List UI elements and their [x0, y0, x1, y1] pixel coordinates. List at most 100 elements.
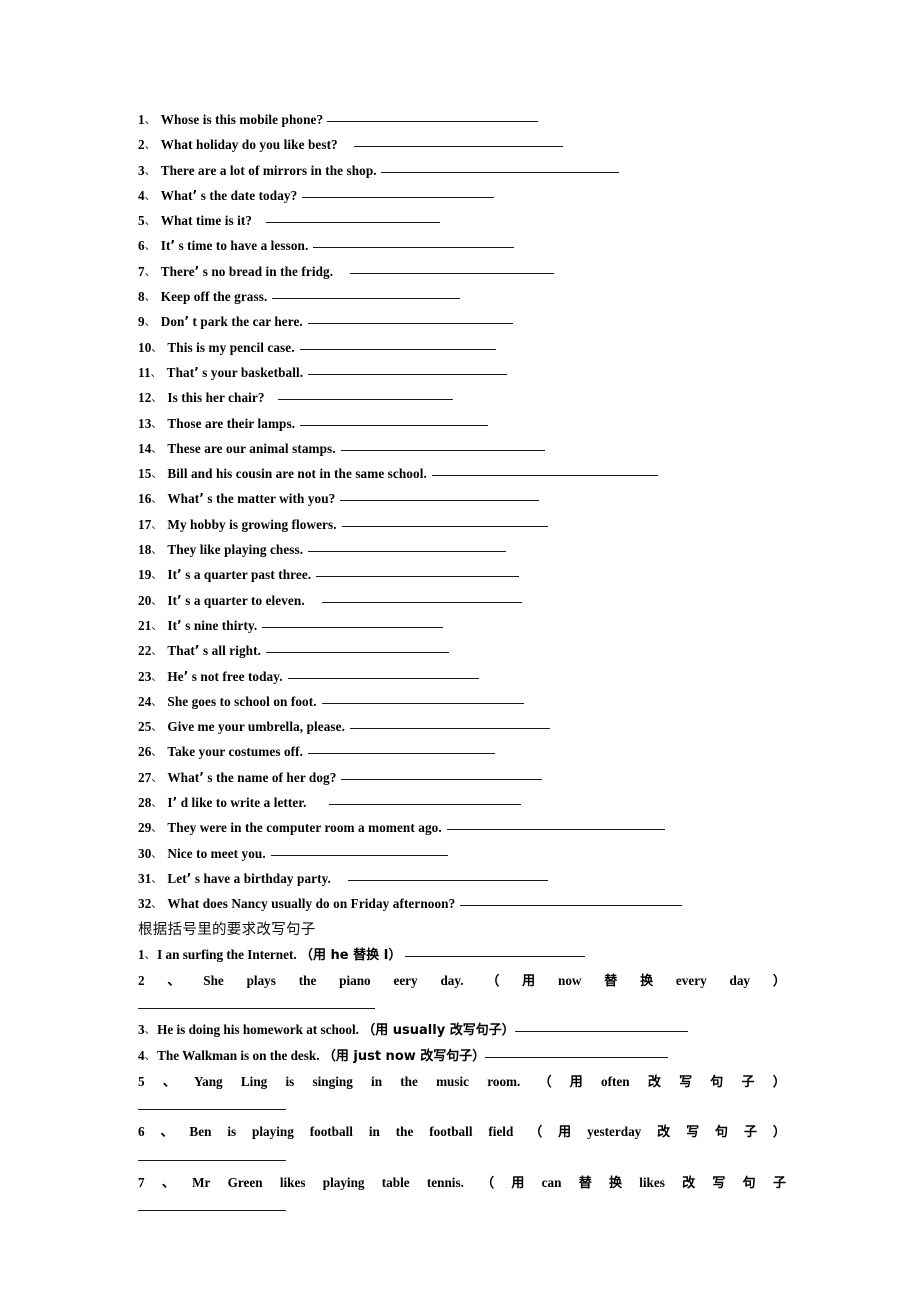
- enumeration-separator: 、: [151, 645, 162, 658]
- answer-blank[interactable]: [514, 1031, 688, 1033]
- rewrite-number: 5: [138, 1073, 145, 1089]
- rewrite-sentence: He is doing his homework at school.: [157, 1022, 363, 1038]
- answer-blank[interactable]: [340, 500, 540, 502]
- question-row: 17、 My hobby is growing flowers.: [138, 513, 786, 538]
- rewrite-number: 2: [138, 972, 145, 988]
- answer-blank[interactable]: [341, 778, 543, 780]
- answer-blank[interactable]: [380, 171, 619, 173]
- answer-blank[interactable]: [340, 449, 545, 451]
- answer-blank[interactable]: [353, 146, 563, 148]
- answer-blank[interactable]: [265, 652, 449, 654]
- rewrite-token: 改: [682, 1175, 696, 1191]
- rewrite-token: Ling: [240, 1073, 268, 1089]
- answer-blank[interactable]: [313, 247, 515, 249]
- answer-blank[interactable]: [138, 1159, 286, 1161]
- question-number: 23: [138, 668, 152, 684]
- question-text: It’ s time to have a lesson.: [157, 238, 309, 254]
- answer-blank[interactable]: [405, 955, 586, 957]
- rewrite-token: （: [538, 1074, 552, 1090]
- question-row: 6、 It’ s time to have a lesson.: [138, 234, 786, 259]
- answer-blank[interactable]: [307, 323, 513, 325]
- rewrite-token: 用: [558, 1125, 572, 1141]
- question-list-section-1: 1、 Whose is this mobile phone? 2、 What ho…: [138, 108, 786, 918]
- answer-blank[interactable]: [138, 1109, 286, 1111]
- question-text: There’ s no bread in the fridg.: [157, 263, 334, 279]
- rewrite-list-section-2: 1、 I an surfing the Internet. （用 he 替换 I）…: [138, 943, 786, 1212]
- answer-blank[interactable]: [327, 121, 539, 122]
- answer-blank[interactable]: [287, 677, 479, 679]
- answer-blank[interactable]: [316, 576, 520, 578]
- answer-blank[interactable]: [302, 196, 495, 198]
- rewrite-instruction: （用 just now 改写句子）: [322, 1048, 486, 1064]
- rewrite-token: 用: [522, 973, 536, 989]
- rewrite-token: the: [395, 1124, 414, 1140]
- answer-blank[interactable]: [308, 753, 496, 755]
- rewrite-token: 改: [657, 1125, 671, 1141]
- answer-blank[interactable]: [266, 222, 441, 224]
- question-row: 4、 What’ s the date today?: [138, 184, 786, 209]
- question-number: 10: [138, 339, 152, 355]
- question-number: 3: [138, 162, 145, 178]
- rewrite-token: 替: [578, 1175, 592, 1191]
- question-row: 8、 Keep off the grass.: [138, 285, 786, 310]
- question-number: 11: [138, 364, 151, 380]
- question-row: 1、 Whose is this mobile phone?: [138, 108, 786, 133]
- answer-blank[interactable]: [272, 298, 461, 300]
- enumeration-separator: 、: [151, 771, 162, 784]
- enumeration-separator: 、: [144, 265, 156, 278]
- answer-blank[interactable]: [308, 551, 507, 553]
- question-text: That’ s your basketball.: [163, 364, 304, 380]
- enumeration-separator: 、: [144, 1024, 156, 1037]
- rewrite-token: playing: [252, 1124, 294, 1140]
- rewrite-sentence: The Walkman is on the desk.: [157, 1047, 323, 1063]
- rewrite-token: 写: [712, 1175, 726, 1191]
- question-row: 25、 Give me your umbrella, please.: [138, 715, 786, 740]
- question-row: 16、 What’ s the matter with you?: [138, 487, 786, 512]
- answer-blank[interactable]: [308, 373, 508, 375]
- question-text: Is this her chair?: [164, 390, 265, 406]
- answer-blank[interactable]: [321, 702, 524, 704]
- question-number: 12: [138, 390, 152, 406]
- rewrite-token: （: [486, 973, 500, 989]
- answer-blank[interactable]: [299, 348, 496, 350]
- rewrite-instruction: （用 usually 改写句子）: [362, 1023, 515, 1039]
- answer-blank[interactable]: [262, 626, 444, 628]
- rewrite-token: music: [436, 1073, 470, 1089]
- answer-blank[interactable]: [460, 905, 683, 907]
- apostrophe-glyph: ’: [177, 592, 182, 607]
- question-text: What’ s the matter with you?: [164, 491, 336, 507]
- question-number: 27: [138, 769, 152, 785]
- answer-blank[interactable]: [300, 424, 489, 426]
- question-text: This is my pencil case.: [164, 339, 295, 355]
- rewrite-token: tennis.: [426, 1174, 464, 1190]
- answer-blank[interactable]: [350, 728, 550, 730]
- answer-blank[interactable]: [347, 879, 548, 881]
- rewrite-token: Yang: [194, 1073, 223, 1089]
- rewrite-number: 7: [138, 1174, 145, 1190]
- answer-blank[interactable]: [138, 1008, 375, 1010]
- question-row: 3、 There are a lot of mirrors in the sho…: [138, 159, 786, 184]
- answer-blank[interactable]: [328, 804, 521, 806]
- question-number: 21: [138, 617, 152, 633]
- answer-blank[interactable]: [321, 601, 522, 603]
- answer-blank[interactable]: [341, 525, 548, 527]
- answer-blank[interactable]: [446, 829, 665, 831]
- rewrite-token: 用: [511, 1175, 525, 1191]
- answer-blank[interactable]: [138, 1210, 286, 1212]
- answer-blank[interactable]: [485, 1056, 669, 1058]
- rewrite-token: ）: [772, 973, 786, 989]
- question-text: My hobby is growing flowers.: [164, 516, 337, 532]
- enumeration-separator: 、: [151, 417, 162, 430]
- answer-blank[interactable]: [350, 272, 555, 274]
- enumeration-separator: 、: [160, 1125, 174, 1141]
- answer-blank[interactable]: [431, 475, 658, 477]
- answer-blank[interactable]: [277, 399, 453, 401]
- rewrite-token: is: [285, 1073, 295, 1089]
- question-number: 8: [138, 289, 145, 305]
- question-number: 16: [138, 491, 152, 507]
- rewrite-token: plays: [246, 972, 276, 988]
- answer-blank[interactable]: [270, 854, 448, 856]
- enumeration-separator: 、: [151, 442, 162, 455]
- question-row: 32、 What does Nancy usually do on Friday…: [138, 892, 786, 917]
- rewrite-token: 换: [640, 973, 654, 989]
